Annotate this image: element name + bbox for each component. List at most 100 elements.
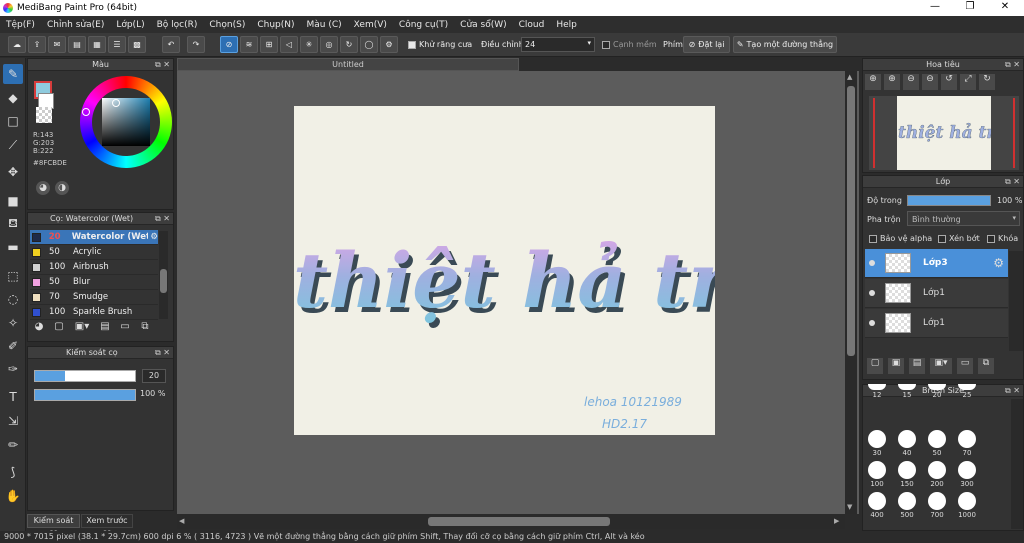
rectangle-tool-icon[interactable]: □: [3, 111, 23, 131]
cloud-icon[interactable]: ☁: [8, 36, 26, 53]
brush-item[interactable]: 100 Sparkle Brush: [30, 305, 158, 320]
comment-icon[interactable]: ✉: [48, 36, 66, 53]
layer-settings-gear-icon[interactable]: ⚙: [993, 256, 1004, 270]
transparent-swatch[interactable]: [36, 107, 52, 123]
brush-size-preset[interactable]: 400: [864, 489, 890, 521]
menu-file[interactable]: Tệp(F): [6, 20, 35, 30]
layer-settings-icon[interactable]: ▤: [909, 358, 925, 374]
brush-size-preset[interactable]: 50: [924, 427, 950, 459]
brush-size-preset[interactable]: 25: [954, 384, 980, 416]
brush-size-preset[interactable]: 30: [864, 427, 890, 459]
settings-icon[interactable]: ⚙: [380, 36, 398, 53]
brush-size-scrollbar[interactable]: [1011, 399, 1023, 529]
zoom-in-icon[interactable]: ⊕: [865, 74, 881, 90]
protect-alpha-checkbox[interactable]: [869, 234, 877, 243]
brush-size-preset[interactable]: 700: [924, 489, 950, 521]
layer-list-scrollbar[interactable]: [1009, 251, 1023, 351]
straight-line-button[interactable]: ✎ Tạo một đường thẳng: [733, 36, 837, 53]
layer-row[interactable]: Lớp1: [865, 309, 1008, 338]
menu-view[interactable]: Xem(V): [354, 20, 387, 30]
gradient-tool-icon[interactable]: ▬: [3, 237, 23, 257]
palette-add-icon[interactable]: ◑: [55, 181, 69, 195]
upload-icon[interactable]: ⇪: [28, 36, 46, 53]
minimize-icon[interactable]: —: [920, 1, 950, 12]
brush-tool-icon[interactable]: ✎: [3, 64, 23, 84]
tab-brush-preview[interactable]: Xem trước cọ: [81, 514, 133, 537]
navigator-preview[interactable]: thiệt hả trời: [869, 96, 1019, 170]
menu-tools[interactable]: Công cụ(T): [399, 20, 448, 30]
brush-palette-icon[interactable]: ◕: [31, 321, 47, 337]
eyedropper-icon[interactable]: ⟆: [3, 462, 23, 482]
undo-icon[interactable]: ↶: [162, 36, 180, 53]
brush-size-preset[interactable]: 70: [954, 427, 980, 459]
add-layer-dropdown-icon[interactable]: ▣▾: [930, 358, 952, 374]
concentric-snap-icon[interactable]: ◎: [320, 36, 338, 53]
canvas-vertical-scrollbar[interactable]: ▲ ▼: [845, 71, 857, 514]
layer-row[interactable]: Lớp3 ⚙: [865, 249, 1008, 278]
brush-size-preset[interactable]: 12: [864, 384, 890, 416]
brush-size-preset[interactable]: 500: [894, 489, 920, 521]
curve-snap-icon[interactable]: ↻: [340, 36, 358, 53]
visibility-icon[interactable]: [869, 290, 875, 296]
blend-mode-select[interactable]: Bình thường ▾: [907, 211, 1020, 226]
magic-wand-icon[interactable]: ✧: [3, 313, 23, 333]
select-rect-icon[interactable]: ⬚: [3, 266, 23, 286]
new-layer-icon[interactable]: ▢: [867, 358, 883, 374]
scroll-down-icon[interactable]: ▼: [847, 503, 852, 511]
duplicate-layer-icon[interactable]: ⧉: [978, 358, 994, 374]
brush-size-preset[interactable]: 100: [864, 458, 890, 490]
move-tool-icon[interactable]: ✥: [3, 162, 23, 182]
layer-opacity-slider[interactable]: [907, 195, 991, 206]
snap-off-icon[interactable]: ⊘: [220, 36, 238, 53]
panel-close-icon[interactable]: ⧉ ✕: [1005, 385, 1020, 397]
menu-select[interactable]: Chọn(S): [209, 20, 245, 30]
circle-snap-icon[interactable]: ◯: [360, 36, 378, 53]
text-tool-icon[interactable]: T: [3, 387, 23, 407]
panel-close-icon[interactable]: ⧉ ✕: [155, 59, 170, 71]
duplicate-icon[interactable]: ⧉: [137, 321, 153, 337]
brush-settings-icon[interactable]: ▤: [97, 321, 113, 337]
zoom-in-alt-icon[interactable]: ⊕: [884, 74, 900, 90]
brush-item[interactable]: 70 Smudge: [30, 290, 158, 305]
visibility-icon[interactable]: [869, 260, 875, 266]
chat-icon[interactable]: ▤: [68, 36, 86, 53]
new-brush-icon[interactable]: ▢: [51, 321, 67, 337]
redo-icon[interactable]: ↷: [187, 36, 205, 53]
cross-snap-icon[interactable]: ⊞: [260, 36, 278, 53]
menu-window[interactable]: Cửa sổ(W): [460, 20, 506, 30]
scroll-right-icon[interactable]: ▶: [834, 517, 839, 525]
visibility-icon[interactable]: [869, 320, 875, 326]
hand-tool-icon[interactable]: ✋: [3, 486, 23, 506]
brush-size-value[interactable]: 20: [142, 369, 166, 383]
brush-size-preset[interactable]: 15: [894, 384, 920, 416]
maximize-icon[interactable]: ❐: [955, 1, 985, 12]
fit-icon[interactable]: ⤢: [960, 74, 976, 90]
panel-close-icon[interactable]: ⧉ ✕: [1005, 176, 1020, 188]
dot-tool-icon[interactable]: ⟋: [3, 135, 23, 155]
brush-list-scrollbar[interactable]: [159, 231, 168, 319]
layer-folder-icon[interactable]: ▭: [957, 358, 973, 374]
brush-opacity-slider[interactable]: [34, 389, 136, 401]
panel-close-icon[interactable]: ⧉ ✕: [1005, 59, 1020, 71]
palette-icon[interactable]: ◕: [36, 181, 50, 195]
list-icon[interactable]: ☰: [108, 36, 126, 53]
color-wheel[interactable]: [80, 76, 172, 168]
rotate-left-icon[interactable]: ↺: [941, 74, 957, 90]
layer-image-icon[interactable]: ▣: [888, 358, 904, 374]
brush-size-preset[interactable]: 20: [924, 384, 950, 416]
reset-button[interactable]: ⊘ Đặt lại: [683, 36, 730, 53]
brush-size-preset[interactable]: 150: [894, 458, 920, 490]
radial-snap-icon[interactable]: ✳: [300, 36, 318, 53]
menu-layer[interactable]: Lớp(L): [116, 20, 144, 30]
brush-size-preset[interactable]: 1000: [954, 489, 980, 521]
brush-item[interactable]: 50 Acrylic: [30, 245, 158, 260]
operation-tool-icon[interactable]: ⇲: [3, 411, 23, 431]
brush-size-preset[interactable]: 300: [954, 458, 980, 490]
select-eraser-icon[interactable]: ✑: [3, 359, 23, 379]
brush-settings-gear-icon[interactable]: ⚙: [150, 232, 158, 242]
menu-cloud[interactable]: Cloud: [519, 20, 545, 30]
hue-picker-handle[interactable]: [82, 108, 90, 116]
brush-item[interactable]: 20 Watercolor (Wet) ⚙: [30, 230, 158, 245]
grid-icon[interactable]: ▩: [128, 36, 146, 53]
brush-size-slider[interactable]: [34, 370, 136, 382]
